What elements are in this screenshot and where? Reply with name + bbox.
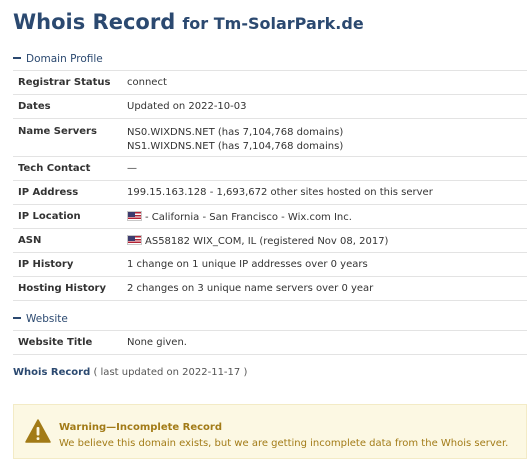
name-server-ns0: NS0.WIXDNS.NET (has 7,104,768 domains) <box>127 127 344 138</box>
whois-record-line: Whois Record ( last updated on 2022-11-1… <box>13 367 247 378</box>
us-flag-icon <box>127 234 142 245</box>
table-row: Hosting History 2 changes on 3 unique na… <box>13 276 527 301</box>
domain-profile-table: Registrar Status connect Dates Updated o… <box>13 70 527 301</box>
warning-title: Warning—Incomplete Record <box>59 422 223 433</box>
table-row: Dates Updated on 2022-10-03 <box>13 94 527 119</box>
row-label: ASN <box>13 228 125 253</box>
collapse-icon <box>13 57 21 59</box>
warning-alert: Warning—Incomplete Record We believe thi… <box>13 404 527 459</box>
row-label: IP History <box>13 252 125 277</box>
table-row: IP Address 199.15.163.128 - 1,693,672 ot… <box>13 180 527 205</box>
section-toggle-website[interactable]: Website <box>13 313 68 325</box>
row-label: Name Servers <box>13 118 125 157</box>
row-value: NS0.WIXDNS.NET (has 7,104,768 domains) N… <box>125 118 527 157</box>
whois-record-updated: ( last updated on 2022-11-17 ) <box>93 367 248 378</box>
table-row: Registrar Status connect <box>13 70 527 95</box>
row-label: Website Title <box>13 330 125 355</box>
section-title-domain-profile: Domain Profile <box>26 53 103 65</box>
table-row: IP History 1 change on 1 unique IP addre… <box>13 252 527 277</box>
row-value: AS58182 WIX_COM, IL (registered Nov 08, … <box>125 228 527 253</box>
table-row: Website Title None given. <box>13 330 527 355</box>
row-value: — <box>125 156 527 181</box>
table-row: IP Location - California - San Francisco… <box>13 204 527 229</box>
row-value: connect <box>125 70 527 95</box>
row-label: Registrar Status <box>13 70 125 95</box>
warning-triangle-icon <box>25 419 51 443</box>
row-label: Hosting History <box>13 276 125 301</box>
row-label: Tech Contact <box>13 156 125 181</box>
section-toggle-domain-profile[interactable]: Domain Profile <box>13 53 103 65</box>
page-title: Whois Record for Tm-SolarPark.de <box>13 10 364 34</box>
table-row: ASN AS58182 WIX_COM, IL (registered Nov … <box>13 228 527 253</box>
row-value: Updated on 2022-10-03 <box>125 94 527 119</box>
row-label: Dates <box>13 94 125 119</box>
website-table: Website Title None given. <box>13 330 527 355</box>
row-value: 199.15.163.128 - 1,693,672 other sites h… <box>125 180 527 205</box>
row-label: IP Address <box>13 180 125 205</box>
ip-location-text: - California - San Francisco - Wix.com I… <box>145 211 352 223</box>
table-row: Name Servers NS0.WIXDNS.NET (has 7,104,7… <box>13 118 527 157</box>
section-title-website: Website <box>26 313 68 325</box>
asn-text: AS58182 WIX_COM, IL (registered Nov 08, … <box>145 235 389 247</box>
collapse-icon <box>13 317 21 319</box>
table-row: Tech Contact — <box>13 156 527 181</box>
page-title-domain: for Tm-SolarPark.de <box>182 14 364 33</box>
row-value: - California - San Francisco - Wix.com I… <box>125 204 527 229</box>
name-server-ns1: NS1.WIXDNS.NET (has 7,104,768 domains) <box>127 141 344 152</box>
row-label: IP Location <box>13 204 125 229</box>
row-value: 1 change on 1 unique IP addresses over 0… <box>125 252 527 277</box>
row-value: 2 changes on 3 unique name servers over … <box>125 276 527 301</box>
page-title-main: Whois Record <box>13 10 176 34</box>
whois-record-link[interactable]: Whois Record <box>13 367 90 378</box>
warning-message: We believe this domain exists, but we ar… <box>59 438 509 449</box>
us-flag-icon <box>127 210 142 221</box>
row-value: None given. <box>125 330 527 355</box>
